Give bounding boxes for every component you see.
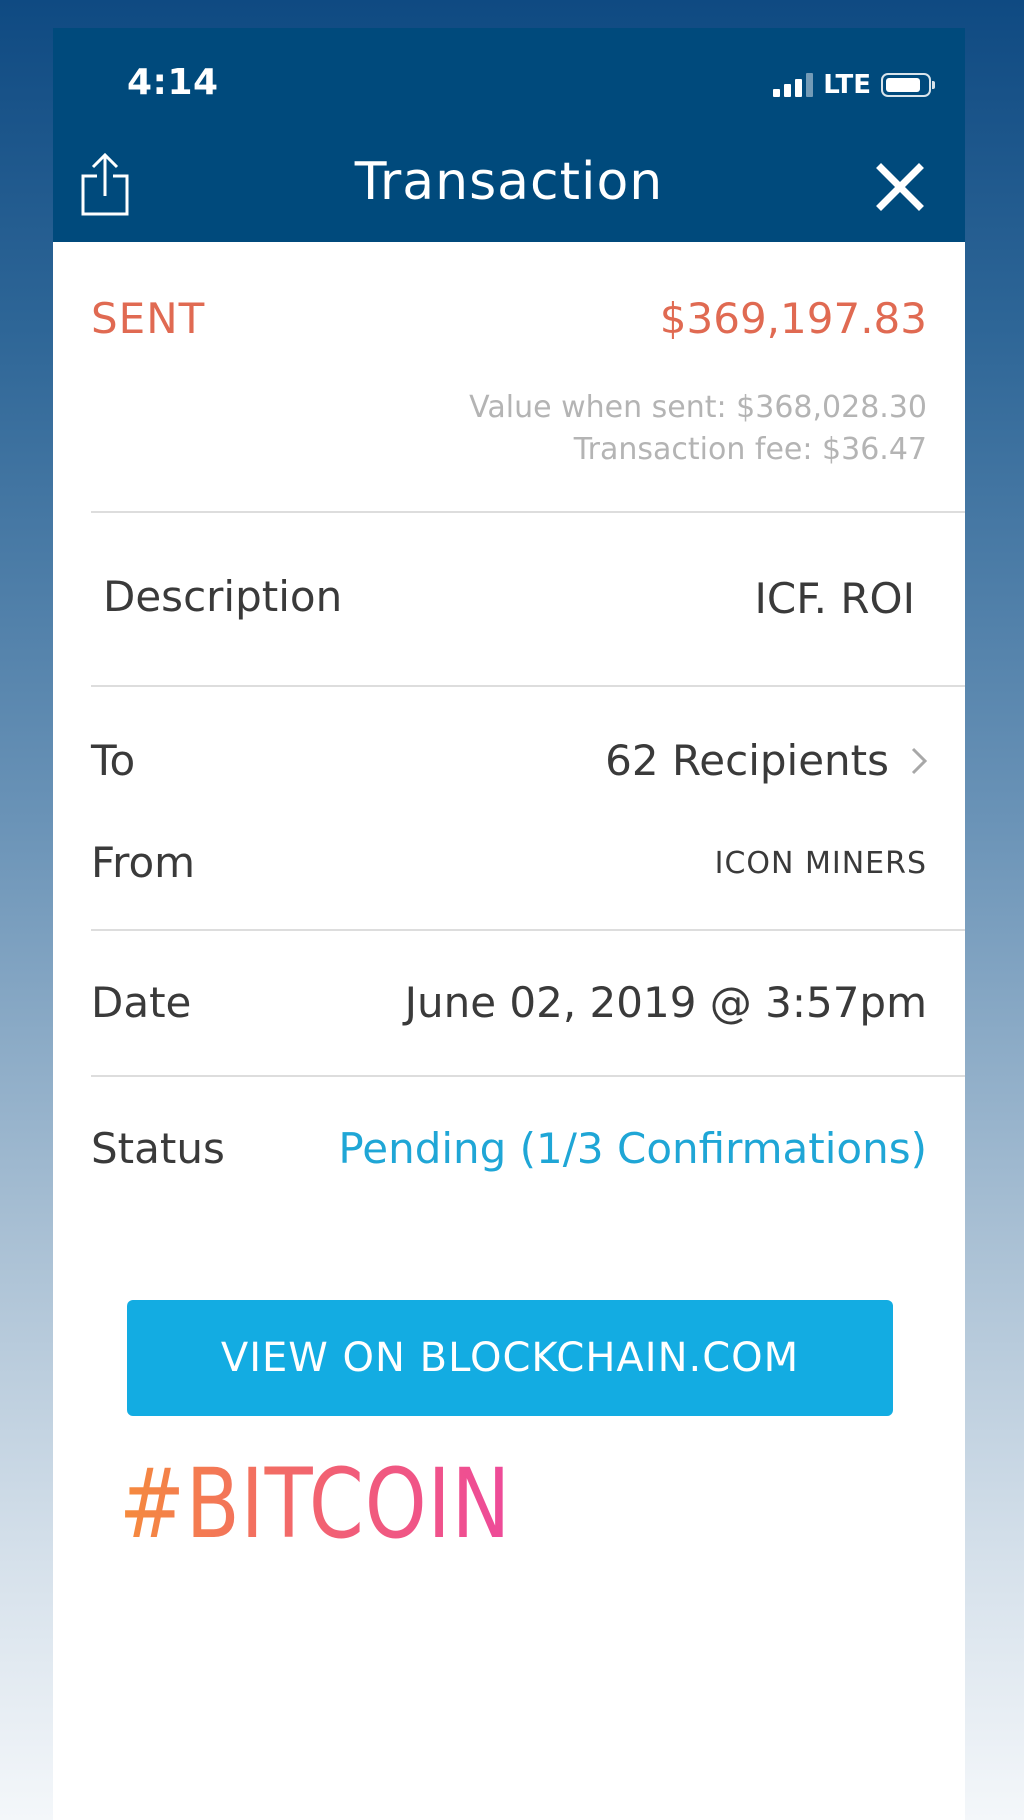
- date-label: Date: [91, 978, 192, 1027]
- status-badge: Pending (1/3 Confirmations): [338, 1124, 927, 1173]
- battery-icon: [881, 73, 935, 97]
- description-value: ICF. ROI: [754, 574, 915, 623]
- recipients-link[interactable]: 62 Recipients: [605, 736, 927, 785]
- divider: [91, 685, 965, 687]
- transaction-fee: Transaction fee: $36.47: [573, 432, 927, 467]
- description-label: Description: [103, 572, 343, 621]
- transaction-screen: 4:14 LTE Transaction SENT $369,197.83 Va…: [53, 28, 965, 1820]
- value-when-sent: Value when sent: $368,028.30: [469, 390, 927, 425]
- close-icon[interactable]: [875, 162, 925, 212]
- status-time: 4:14: [127, 62, 219, 103]
- amount-value: $369,197.83: [659, 294, 927, 343]
- from-label: From: [91, 838, 196, 887]
- divider: [91, 511, 965, 513]
- to-value: 62 Recipients: [605, 736, 889, 785]
- divider: [91, 929, 965, 931]
- direction-label: SENT: [91, 294, 206, 343]
- header-bar: 4:14 LTE Transaction: [53, 28, 965, 242]
- network-label: LTE: [823, 70, 871, 100]
- page-title: Transaction: [354, 152, 664, 212]
- to-label: To: [91, 736, 136, 785]
- from-value: ICON MINERS: [714, 846, 927, 881]
- chevron-right-icon: [911, 747, 927, 774]
- signal-icon: [773, 73, 814, 97]
- date-value: June 02, 2019 @ 3:57pm: [404, 978, 927, 1027]
- divider: [91, 1075, 965, 1077]
- hashtag-sticker: #BITCOIN: [119, 1448, 512, 1560]
- status-label: Status: [91, 1124, 225, 1173]
- status-indicators: LTE: [773, 70, 935, 100]
- view-on-blockchain-button[interactable]: VIEW ON BLOCKCHAIN.COM: [127, 1300, 893, 1416]
